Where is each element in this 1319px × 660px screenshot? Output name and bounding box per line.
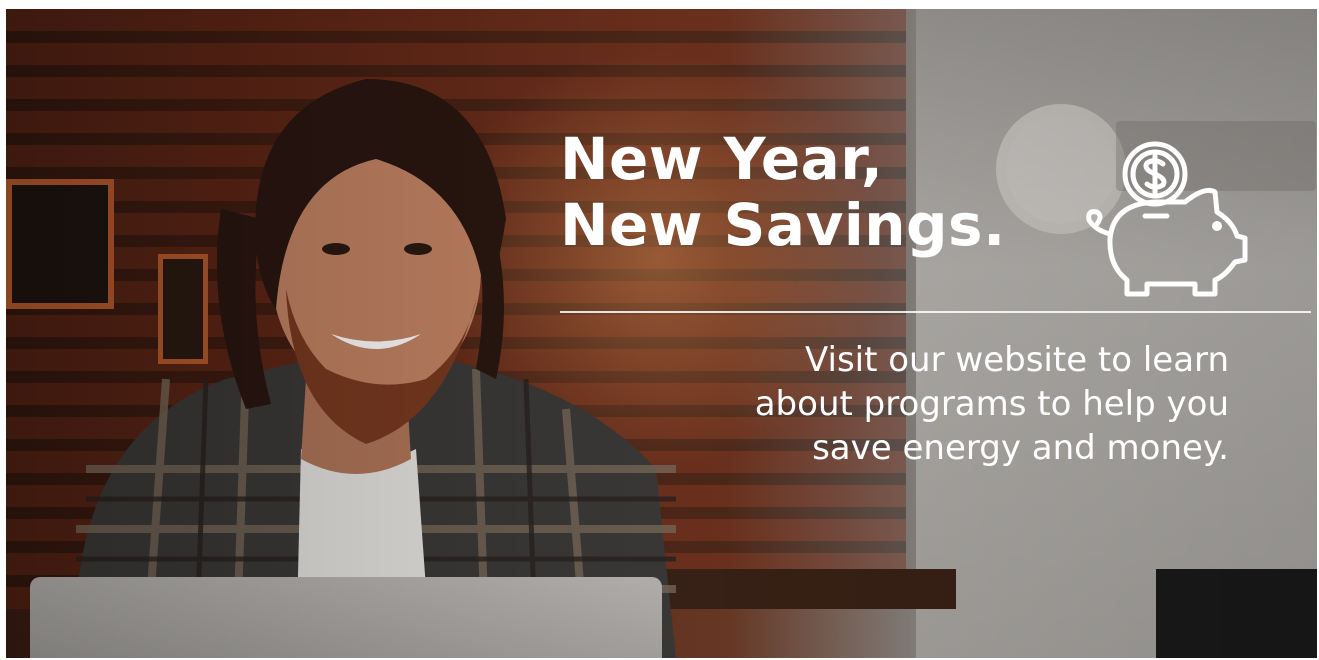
headline-line-1: New Year, <box>560 125 884 193</box>
photo-overlay <box>6 9 1317 658</box>
headline: New Year, New Savings. <box>560 126 1006 258</box>
body-copy: Visit our website to learn about program… <box>669 338 1229 470</box>
body-line-1: Visit our website to learn <box>805 340 1229 380</box>
piggy-bank-icon <box>1086 141 1248 297</box>
promo-banner <box>6 9 1317 658</box>
dollar-coin-icon <box>1122 141 1188 207</box>
divider-line <box>560 311 1311 313</box>
headline-line-2: New Savings. <box>560 191 1006 259</box>
body-line-2: about programs to help you <box>754 384 1229 424</box>
body-line-3: save energy and money. <box>812 428 1229 468</box>
